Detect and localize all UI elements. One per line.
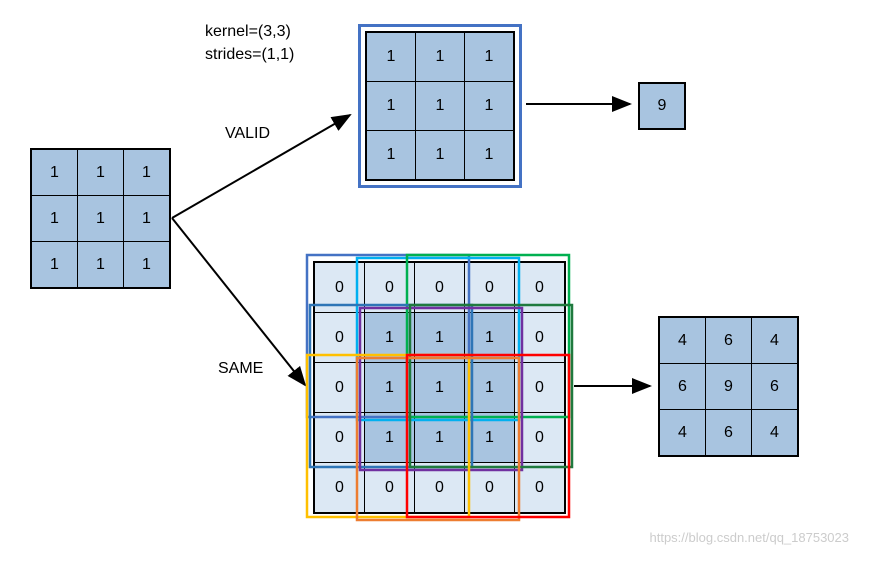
valid-grid-wrapper: 1 1 1 1 1 1 1 1 1 [358, 24, 522, 188]
cell: 1 [465, 33, 513, 81]
cell: 1 [124, 196, 169, 241]
cell: 0 [515, 263, 564, 312]
cell: 6 [660, 364, 705, 409]
cell: 1 [416, 131, 464, 179]
cell: 1 [78, 242, 123, 287]
cell: 1 [32, 242, 77, 287]
cell: 0 [315, 313, 364, 362]
cell: 6 [706, 318, 751, 363]
cell: 1 [367, 131, 415, 179]
kernel-label: kernel=(3,3) [205, 23, 291, 41]
strides-label: strides=(1,1) [205, 46, 294, 64]
cell: 0 [315, 463, 364, 512]
cell: 0 [515, 313, 564, 362]
cell: 6 [752, 364, 797, 409]
cell: 0 [515, 413, 564, 462]
cell: 1 [465, 413, 514, 462]
same-label: SAME [218, 360, 263, 378]
cell: 1 [416, 33, 464, 81]
cell: 1 [32, 150, 77, 195]
valid-intermediate-grid: 1 1 1 1 1 1 1 1 1 [365, 31, 515, 181]
cell: 9 [640, 84, 684, 128]
cell: 1 [367, 82, 415, 130]
cell: 4 [660, 318, 705, 363]
cell: 4 [752, 318, 797, 363]
cell: 0 [315, 263, 364, 312]
cell: 0 [365, 263, 414, 312]
cell: 0 [315, 363, 364, 412]
valid-label: VALID [225, 125, 270, 143]
cell: 6 [706, 410, 751, 455]
cell: 1 [124, 242, 169, 287]
cell: 1 [465, 363, 514, 412]
same-output-grid: 4 6 4 6 9 6 4 6 4 [658, 316, 799, 457]
cell: 4 [752, 410, 797, 455]
cell: 1 [32, 196, 77, 241]
cell: 1 [365, 313, 414, 362]
cell: 9 [706, 364, 751, 409]
cell: 0 [465, 463, 514, 512]
cell: 0 [515, 463, 564, 512]
cell: 1 [78, 150, 123, 195]
cell: 1 [78, 196, 123, 241]
cell: 1 [415, 413, 464, 462]
cell: 1 [367, 33, 415, 81]
cell: 1 [365, 363, 414, 412]
input-grid: 1 1 1 1 1 1 1 1 1 [30, 148, 171, 289]
cell: 0 [515, 363, 564, 412]
cell: 1 [365, 413, 414, 462]
cell: 0 [315, 413, 364, 462]
cell: 0 [365, 463, 414, 512]
watermark: https://blog.csdn.net/qq_18753023 [650, 530, 850, 545]
cell: 0 [415, 263, 464, 312]
cell: 0 [415, 463, 464, 512]
valid-output-grid: 9 [638, 82, 686, 130]
cell: 1 [465, 131, 513, 179]
cell: 1 [415, 313, 464, 362]
cell: 1 [465, 313, 514, 362]
cell: 1 [124, 150, 169, 195]
cell: 0 [465, 263, 514, 312]
cell: 1 [416, 82, 464, 130]
cell: 1 [465, 82, 513, 130]
cell: 1 [415, 363, 464, 412]
padded-grid: 0 0 0 0 0 0 1 1 1 0 0 1 1 1 0 0 1 1 1 0 … [313, 261, 566, 514]
cell: 4 [660, 410, 705, 455]
